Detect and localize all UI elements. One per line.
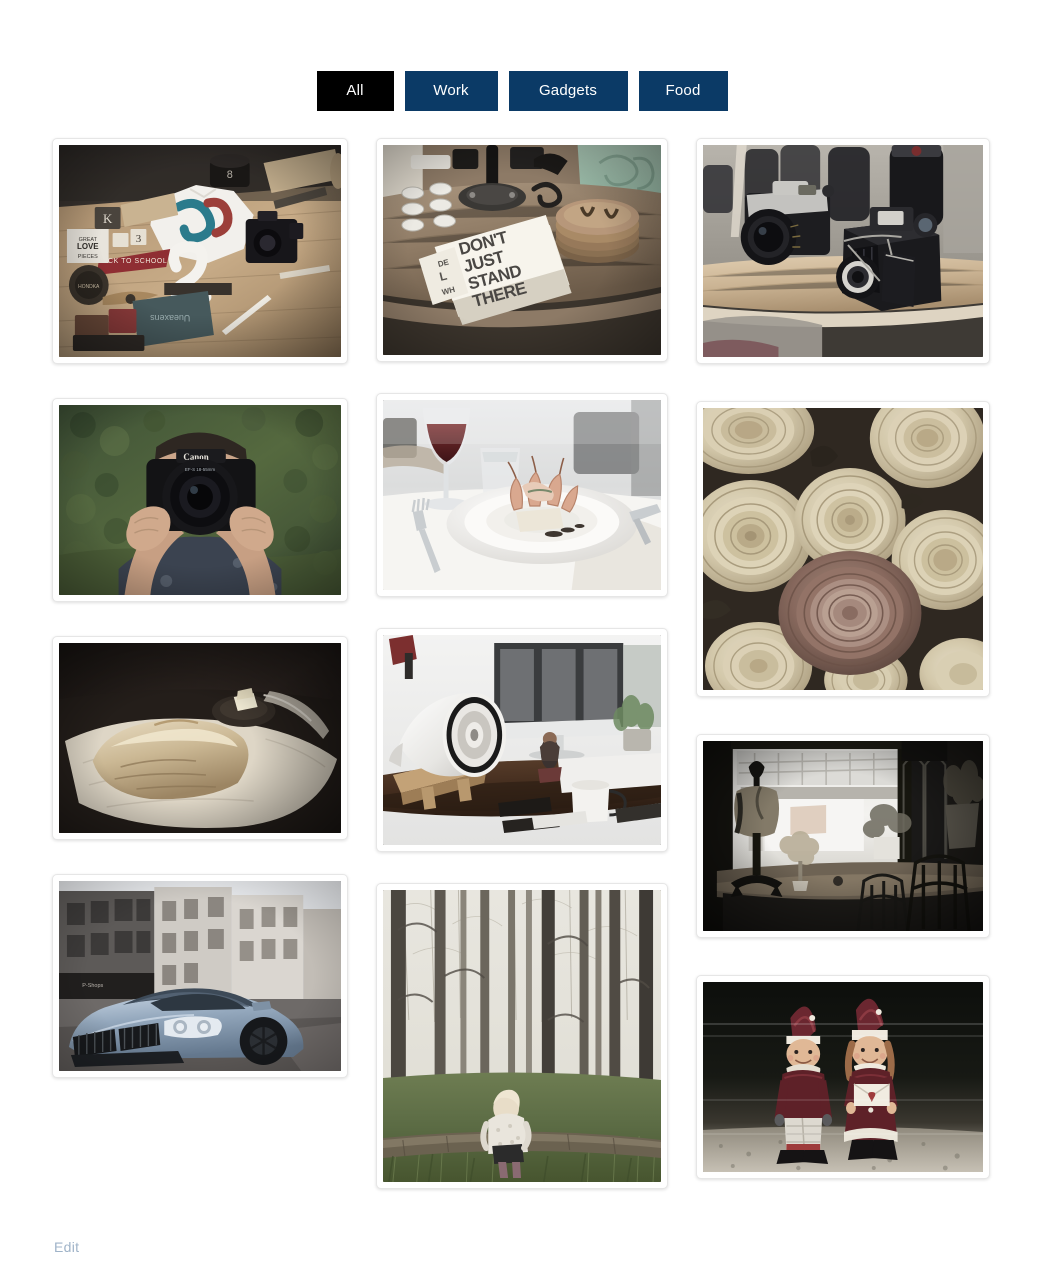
fine-dining-shrimp-image: [383, 400, 661, 590]
gallery-column-1: 8 BACK TO SCHOOL: [52, 138, 348, 1078]
photo-gallery-grid: 8 BACK TO SCHOOL: [52, 138, 990, 1189]
bread-butter-image: [59, 643, 341, 833]
gallery-item-dont-just-stand-there[interactable]: DE L WH DON'T JUST STAND THERE: [376, 138, 668, 362]
mannequin-window-image: [703, 741, 983, 931]
dont-just-stand-there-image: DE L WH DON'T JUST STAND THERE: [383, 145, 661, 355]
desk-flatlay-image: 8 BACK TO SCHOOL: [59, 145, 341, 357]
gallery-item-vintage-cameras[interactable]: [696, 138, 990, 364]
gallery-item-christmas-elves[interactable]: [696, 975, 990, 1179]
filter-button-work[interactable]: Work: [404, 71, 498, 111]
gallery-item-girl-forest[interactable]: [376, 883, 668, 1189]
sepia-roses-image: [703, 408, 983, 690]
gallery-item-bread-butter[interactable]: [52, 636, 348, 840]
gallery-page: All Work Gadgets Food Edit: [0, 0, 1044, 1281]
gallery-item-desk-flatlay[interactable]: 8 BACK TO SCHOOL: [52, 138, 348, 364]
vintage-cameras-image: [703, 145, 983, 357]
filter-button-food[interactable]: Food: [638, 71, 728, 111]
gallery-item-speaker-desk[interactable]: [376, 628, 668, 852]
gallery-item-mannequin-window[interactable]: [696, 734, 990, 938]
christmas-elves-image: [703, 982, 983, 1172]
bmw-street-image: P-Shops: [59, 881, 341, 1071]
girl-forest-image: [383, 890, 661, 1182]
filter-button-gadgets[interactable]: Gadgets: [508, 71, 628, 111]
gallery-column-3: [696, 138, 990, 1179]
edit-link[interactable]: Edit: [54, 1239, 79, 1255]
gallery-item-bmw-street[interactable]: P-Shops: [52, 874, 348, 1078]
gallery-column-2: DE L WH DON'T JUST STAND THERE: [376, 138, 668, 1189]
filter-button-all[interactable]: All: [316, 71, 394, 111]
gallery-item-photographer-canon[interactable]: Canon EF-S 18-55mm: [52, 398, 348, 602]
gallery-item-sepia-roses[interactable]: [696, 401, 990, 697]
photographer-canon-image: Canon EF-S 18-55mm: [59, 405, 341, 595]
category-filter-bar: All Work Gadgets Food: [0, 71, 1044, 111]
gallery-item-fine-dining-shrimp[interactable]: [376, 393, 668, 597]
speaker-desk-image: [383, 635, 661, 845]
